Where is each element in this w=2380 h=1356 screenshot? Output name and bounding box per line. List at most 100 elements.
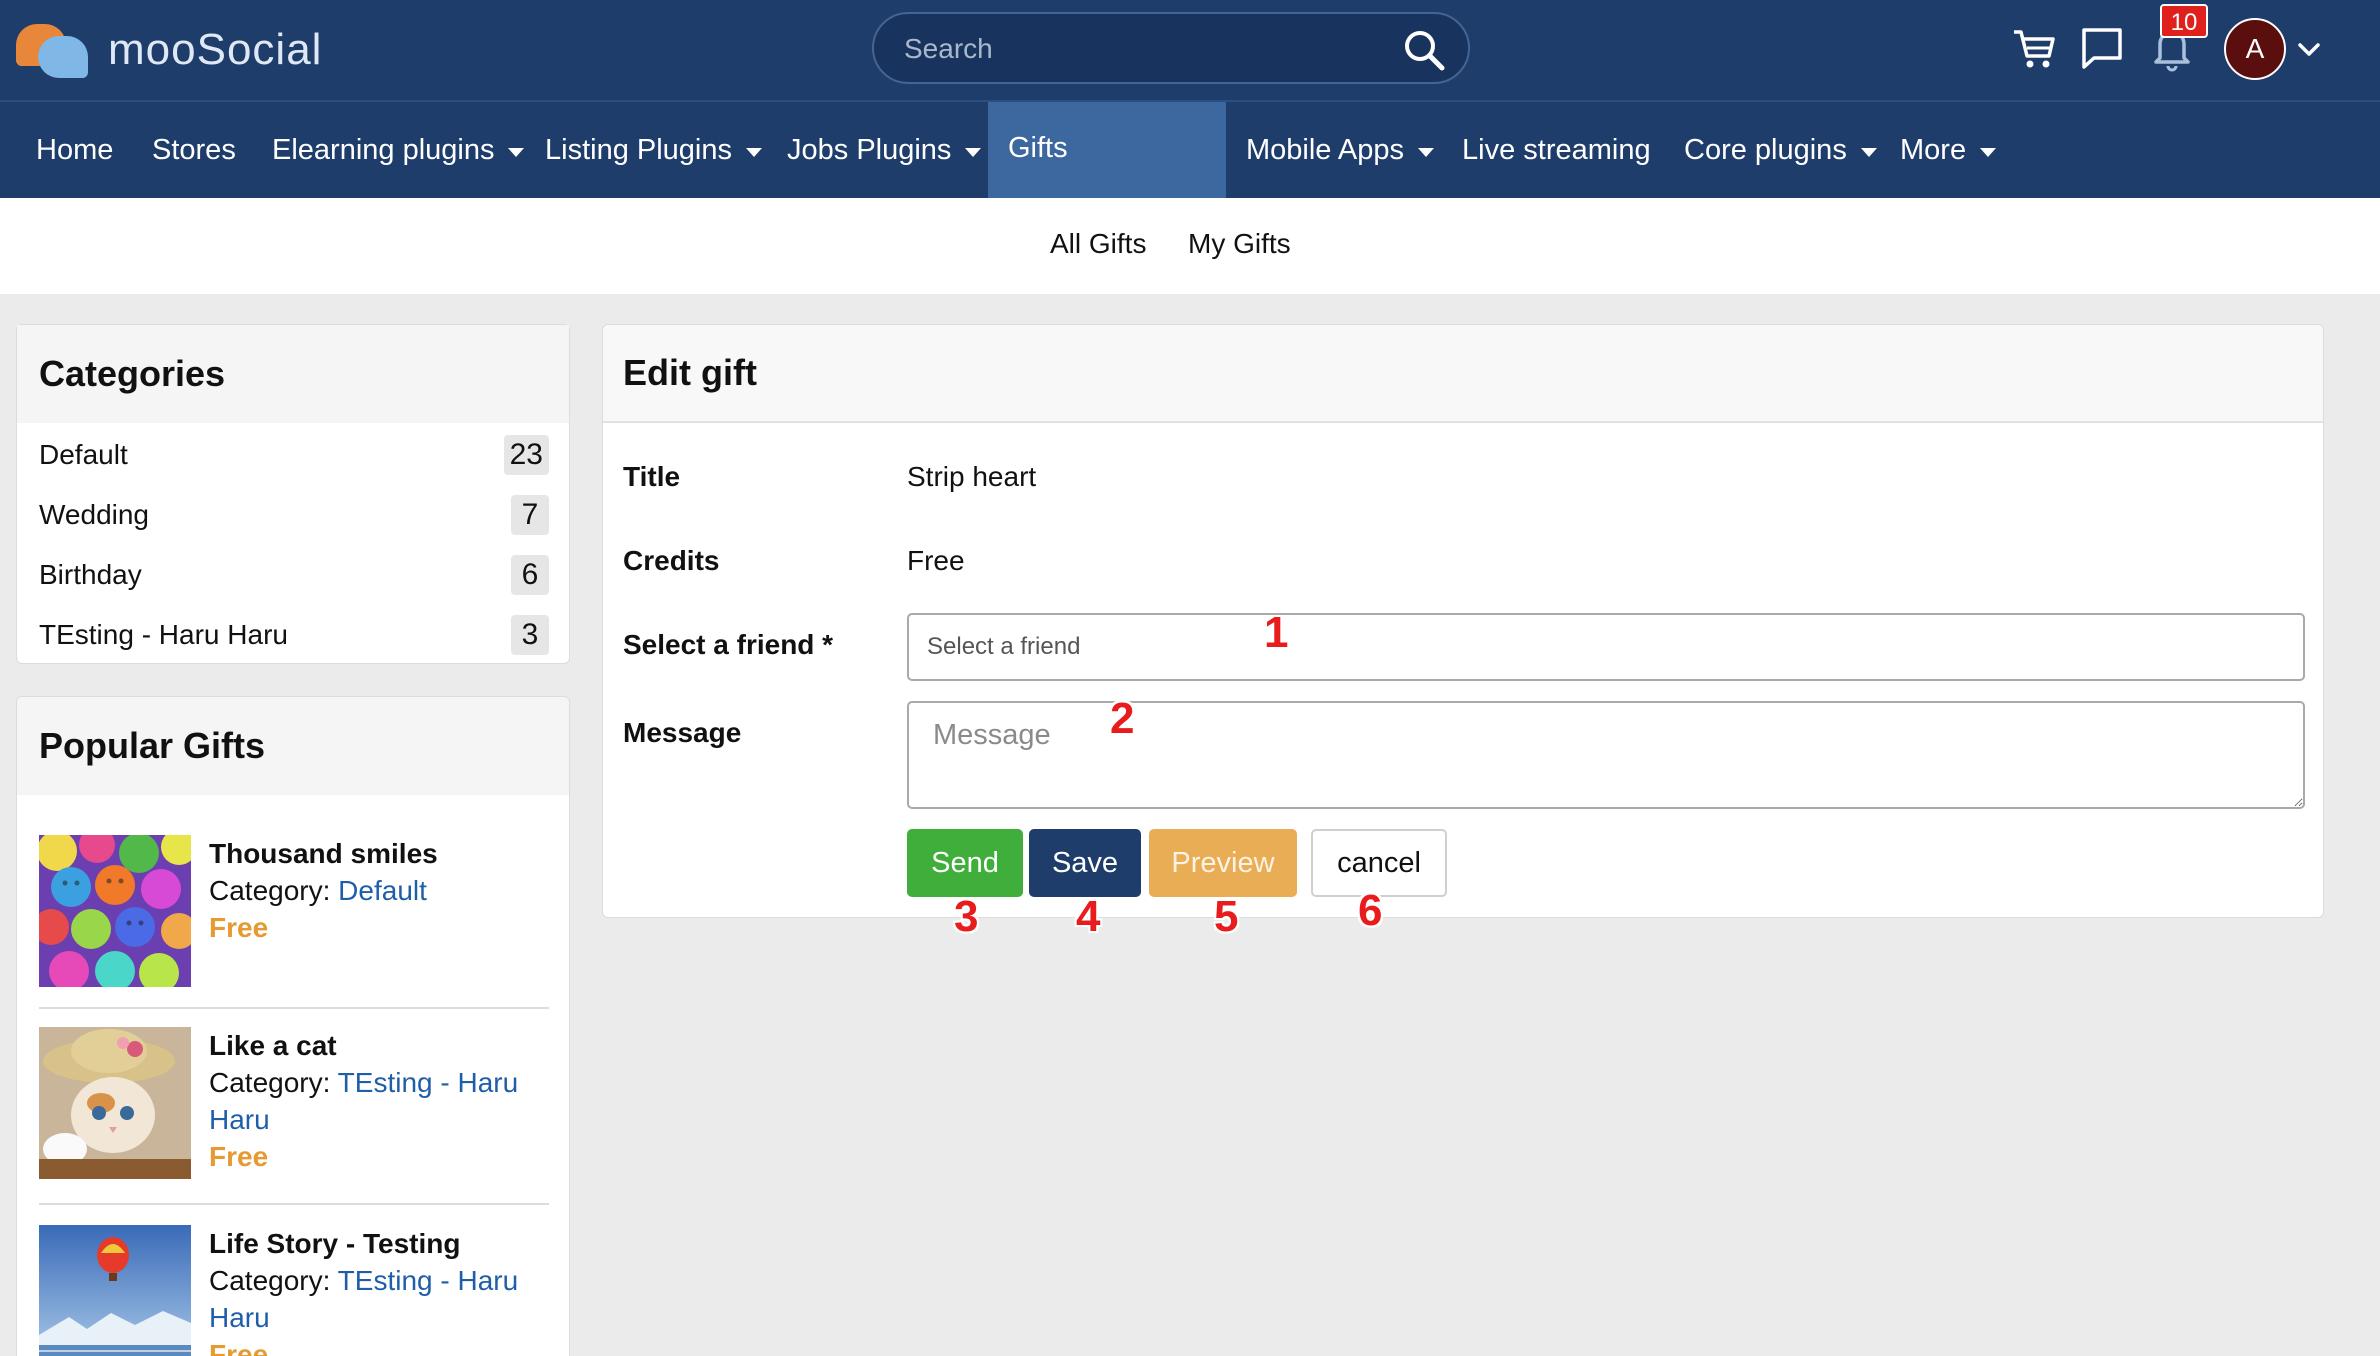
title-label: Title	[623, 461, 681, 492]
select-friend-input[interactable]	[907, 613, 2305, 681]
category-name: Birthday	[39, 559, 142, 590]
chevron-down-icon[interactable]	[2296, 36, 2322, 62]
category-count: 7	[511, 495, 549, 535]
preview-button[interactable]: Preview	[1149, 829, 1297, 897]
gift-category-prefix: Category:	[209, 1067, 338, 1098]
caret-down-icon	[1980, 147, 1997, 157]
nav-live-streaming[interactable]: Live streaming	[1462, 102, 1651, 198]
form-actions: Send Save Preview cancel	[907, 829, 1507, 897]
gift-info: Like a cat Category: TEsting - Haru Haru…	[209, 1027, 549, 1175]
category-item-birthday[interactable]: Birthday 6	[39, 553, 549, 597]
category-item-wedding[interactable]: Wedding 7	[39, 493, 549, 537]
save-button[interactable]: Save	[1029, 829, 1141, 897]
nav-elearning-plugins[interactable]: Elearning plugins	[272, 102, 525, 198]
nav-more[interactable]: More	[1900, 102, 1997, 198]
gift-price: Free	[209, 1339, 269, 1356]
message-label: Message	[623, 717, 742, 748]
avatar[interactable]: A	[2224, 18, 2286, 80]
credits-value: Free	[907, 545, 965, 576]
nav-label: Stores	[152, 133, 236, 166]
nav-mobile-apps[interactable]: Mobile Apps	[1246, 102, 1434, 198]
category-count: 3	[511, 615, 549, 655]
nav-home[interactable]: Home	[36, 102, 113, 198]
nav-core-plugins[interactable]: Core plugins	[1684, 102, 1877, 198]
popular-gifts-title: Popular Gifts	[17, 697, 569, 795]
gift-info: Thousand smiles Category: Default Free	[209, 835, 549, 946]
caret-down-icon	[508, 147, 525, 157]
popular-gifts-card: Popular Gifts Thousand smiles Category: …	[16, 696, 570, 1356]
gift-title[interactable]: Thousand smiles	[209, 835, 549, 872]
categories-card: Categories Default 23 Wedding 7 Birthday…	[16, 324, 570, 664]
nav-label: Home	[36, 133, 114, 166]
nav-label: Elearning plugins	[272, 133, 495, 166]
nav-gifts[interactable]: Gifts	[988, 102, 1226, 198]
gift-thumbnail-smiles[interactable]	[39, 835, 191, 987]
main-nav: Home Stores Elearning plugins Listing Pl…	[0, 102, 2380, 198]
gift-category-prefix: Category:	[209, 875, 339, 906]
nav-stores[interactable]: Stores	[152, 102, 236, 198]
gift-category: Category: TEsting - Haru Haru	[209, 1262, 549, 1336]
annotation-4: 4	[1076, 892, 1101, 941]
send-button[interactable]: Send	[907, 829, 1023, 897]
nav-jobs-plugins[interactable]: Jobs Plugins	[787, 102, 982, 198]
caret-down-icon	[1860, 147, 1877, 157]
divider	[39, 1007, 549, 1009]
search-input[interactable]	[904, 28, 1384, 70]
nav-label: Core plugins	[1684, 133, 1847, 166]
nav-label: More	[1900, 133, 1967, 166]
cart-icon[interactable]	[2010, 24, 2058, 72]
gift-thumbnail-cat[interactable]	[39, 1027, 191, 1179]
gift-price: Free	[209, 1141, 269, 1172]
popular-gift-item[interactable]: Thousand smiles Category: Default Free	[39, 835, 549, 995]
notification-badge: 10	[2160, 4, 2208, 38]
categories-title: Categories	[17, 325, 569, 423]
gift-category: Category: TEsting - Haru Haru	[209, 1064, 549, 1138]
edit-gift-card: Edit gift Title Strip heart Credits Free…	[602, 324, 2324, 918]
title-value: Strip heart	[907, 461, 1037, 492]
messages-icon[interactable]	[2078, 24, 2126, 72]
select-friend-label: Select a friend *	[623, 629, 834, 660]
caret-down-icon	[1418, 147, 1434, 157]
category-item-testing[interactable]: TEsting - Haru Haru 3	[39, 613, 549, 657]
nav-listing-plugins[interactable]: Listing Plugins	[545, 102, 762, 198]
category-name: TEsting - Haru Haru	[39, 619, 288, 650]
nav-label: Listing Plugins	[545, 133, 732, 166]
subnav-all-gifts[interactable]: All Gifts	[1050, 228, 1146, 260]
edit-gift-heading: Edit gift	[603, 325, 2323, 423]
nav-label: Mobile Apps	[1246, 133, 1404, 166]
gift-category: Category: Default	[209, 872, 549, 909]
nav-label: Jobs Plugins	[787, 133, 952, 166]
annotation-3: 3	[954, 892, 979, 941]
search-icon[interactable]	[1402, 28, 1446, 72]
gift-category-link[interactable]: Default	[338, 875, 427, 906]
category-count: 6	[511, 555, 549, 595]
top-header: mooSocial 10 A	[0, 0, 2380, 102]
subnav-my-gifts[interactable]: My Gifts	[1188, 228, 1291, 260]
gift-title[interactable]: Like a cat	[209, 1027, 549, 1064]
annotation-6: 6	[1358, 886, 1383, 935]
credits-label: Credits	[623, 545, 720, 576]
gifts-subnav: All Gifts My Gifts	[0, 198, 2380, 294]
category-count: 23	[503, 435, 549, 475]
popular-gift-item[interactable]: Life Story - Testing Category: TEsting -…	[39, 1225, 549, 1356]
divider	[39, 1203, 549, 1205]
popular-gift-item[interactable]: Like a cat Category: TEsting - Haru Haru…	[39, 1027, 549, 1187]
annotation-2: 2	[1110, 694, 1135, 743]
category-name: Wedding	[39, 499, 150, 530]
gift-category-prefix: Category:	[209, 1265, 338, 1296]
caret-down-icon	[965, 147, 982, 157]
gift-title[interactable]: Life Story - Testing	[209, 1225, 549, 1262]
category-name: Default	[39, 439, 128, 470]
nav-label: Live streaming	[1462, 133, 1651, 166]
logo-text: mooSocial	[108, 25, 323, 74]
search-box	[872, 12, 1470, 84]
annotation-1: 1	[1264, 608, 1289, 657]
site-logo[interactable]: mooSocial	[16, 18, 322, 82]
gift-price: Free	[209, 912, 269, 943]
category-item-default[interactable]: Default 23	[39, 433, 549, 477]
nav-label: Gifts	[1008, 132, 1068, 164]
caret-down-icon	[746, 147, 762, 157]
annotation-5: 5	[1214, 892, 1239, 941]
gift-info: Life Story - Testing Category: TEsting -…	[209, 1225, 549, 1356]
gift-thumbnail-balloon[interactable]	[39, 1225, 191, 1356]
